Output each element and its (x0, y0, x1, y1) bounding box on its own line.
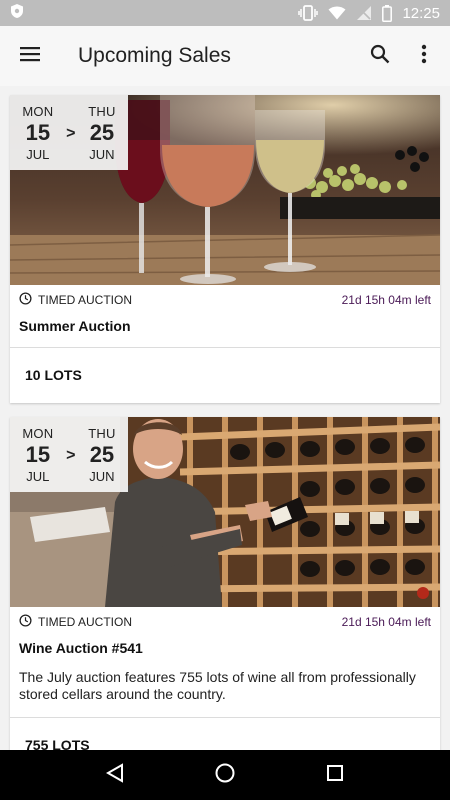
sales-list[interactable]: MON 15 JUL > THU 25 JUN TIMED AUCTION 21… (0, 86, 450, 750)
back-icon (105, 762, 124, 788)
recents-button[interactable] (315, 755, 355, 795)
lots-count[interactable]: 10 LOTS (10, 348, 440, 403)
sale-image: MON 15 JUL > THU 25 JUN (10, 417, 440, 607)
start-date: MON 15 JUL (22, 104, 53, 162)
start-day: 15 (25, 119, 51, 145)
status-bar: 12:25 (0, 0, 450, 26)
sale-description: The July auction features 755 lots of wi… (19, 669, 416, 702)
wifi-icon (328, 6, 346, 20)
app-bar: Upcoming Sales (0, 26, 450, 86)
sale-meta: TIMED AUCTION 21d 15h 04m left (10, 285, 440, 315)
time-left: 21d 15h 04m left (341, 293, 431, 307)
sale-card[interactable]: MON 15 JUL > THU 25 JUN TIMED AUCTION 21… (10, 95, 440, 403)
recents-icon (327, 764, 343, 786)
sale-meta: TIMED AUCTION 21d 15h 04m left (10, 607, 440, 637)
end-date: THU 25 JUN (88, 104, 115, 162)
vibrate-icon (298, 5, 319, 21)
date-separator: > (66, 446, 76, 464)
shield-icon (10, 3, 24, 24)
status-time: 12:25 (402, 4, 440, 22)
start-dow: MON (22, 103, 54, 119)
overflow-menu-button[interactable] (402, 26, 446, 86)
date-separator: > (66, 124, 76, 142)
time-left: 21d 15h 04m left (341, 615, 431, 629)
clock-icon (19, 614, 32, 630)
search-icon (370, 44, 390, 69)
end-dow: THU (88, 425, 116, 441)
home-button[interactable] (205, 755, 245, 795)
sale-title: Summer Auction (19, 318, 131, 334)
sale-image: MON 15 JUL > THU 25 JUN (10, 95, 440, 285)
more-vert-icon (421, 44, 427, 69)
start-day: 15 (25, 441, 51, 467)
menu-icon (20, 46, 40, 67)
start-dow: MON (22, 425, 54, 441)
start-month: JUL (26, 146, 50, 162)
lots-count[interactable]: 755 LOTS (10, 718, 440, 750)
search-button[interactable] (358, 26, 402, 86)
end-dow: THU (88, 103, 116, 119)
page-title: Upcoming Sales (78, 44, 231, 67)
date-range-badge: MON 15 JUL > THU 25 JUN (10, 417, 128, 492)
clock-icon (19, 292, 32, 308)
end-month: JUN (89, 146, 115, 162)
back-button[interactable] (95, 755, 135, 795)
end-date: THU 25 JUN (88, 426, 115, 484)
end-month: JUN (89, 468, 115, 484)
start-date: MON 15 JUL (22, 426, 53, 484)
battery-icon (382, 4, 393, 22)
sale-type: TIMED AUCTION (38, 615, 133, 629)
no-signal-icon (356, 5, 372, 21)
start-month: JUL (26, 468, 50, 484)
home-icon (215, 763, 235, 788)
date-range-badge: MON 15 JUL > THU 25 JUN (10, 95, 128, 170)
end-day: 25 (89, 441, 115, 467)
end-day: 25 (89, 119, 115, 145)
sale-card[interactable]: MON 15 JUL > THU 25 JUN TIMED AUCTION 21… (10, 417, 440, 750)
sale-type: TIMED AUCTION (38, 293, 133, 307)
system-nav-bar (0, 750, 450, 800)
menu-button[interactable] (2, 26, 58, 86)
sale-title: Wine Auction #541 (19, 640, 143, 656)
